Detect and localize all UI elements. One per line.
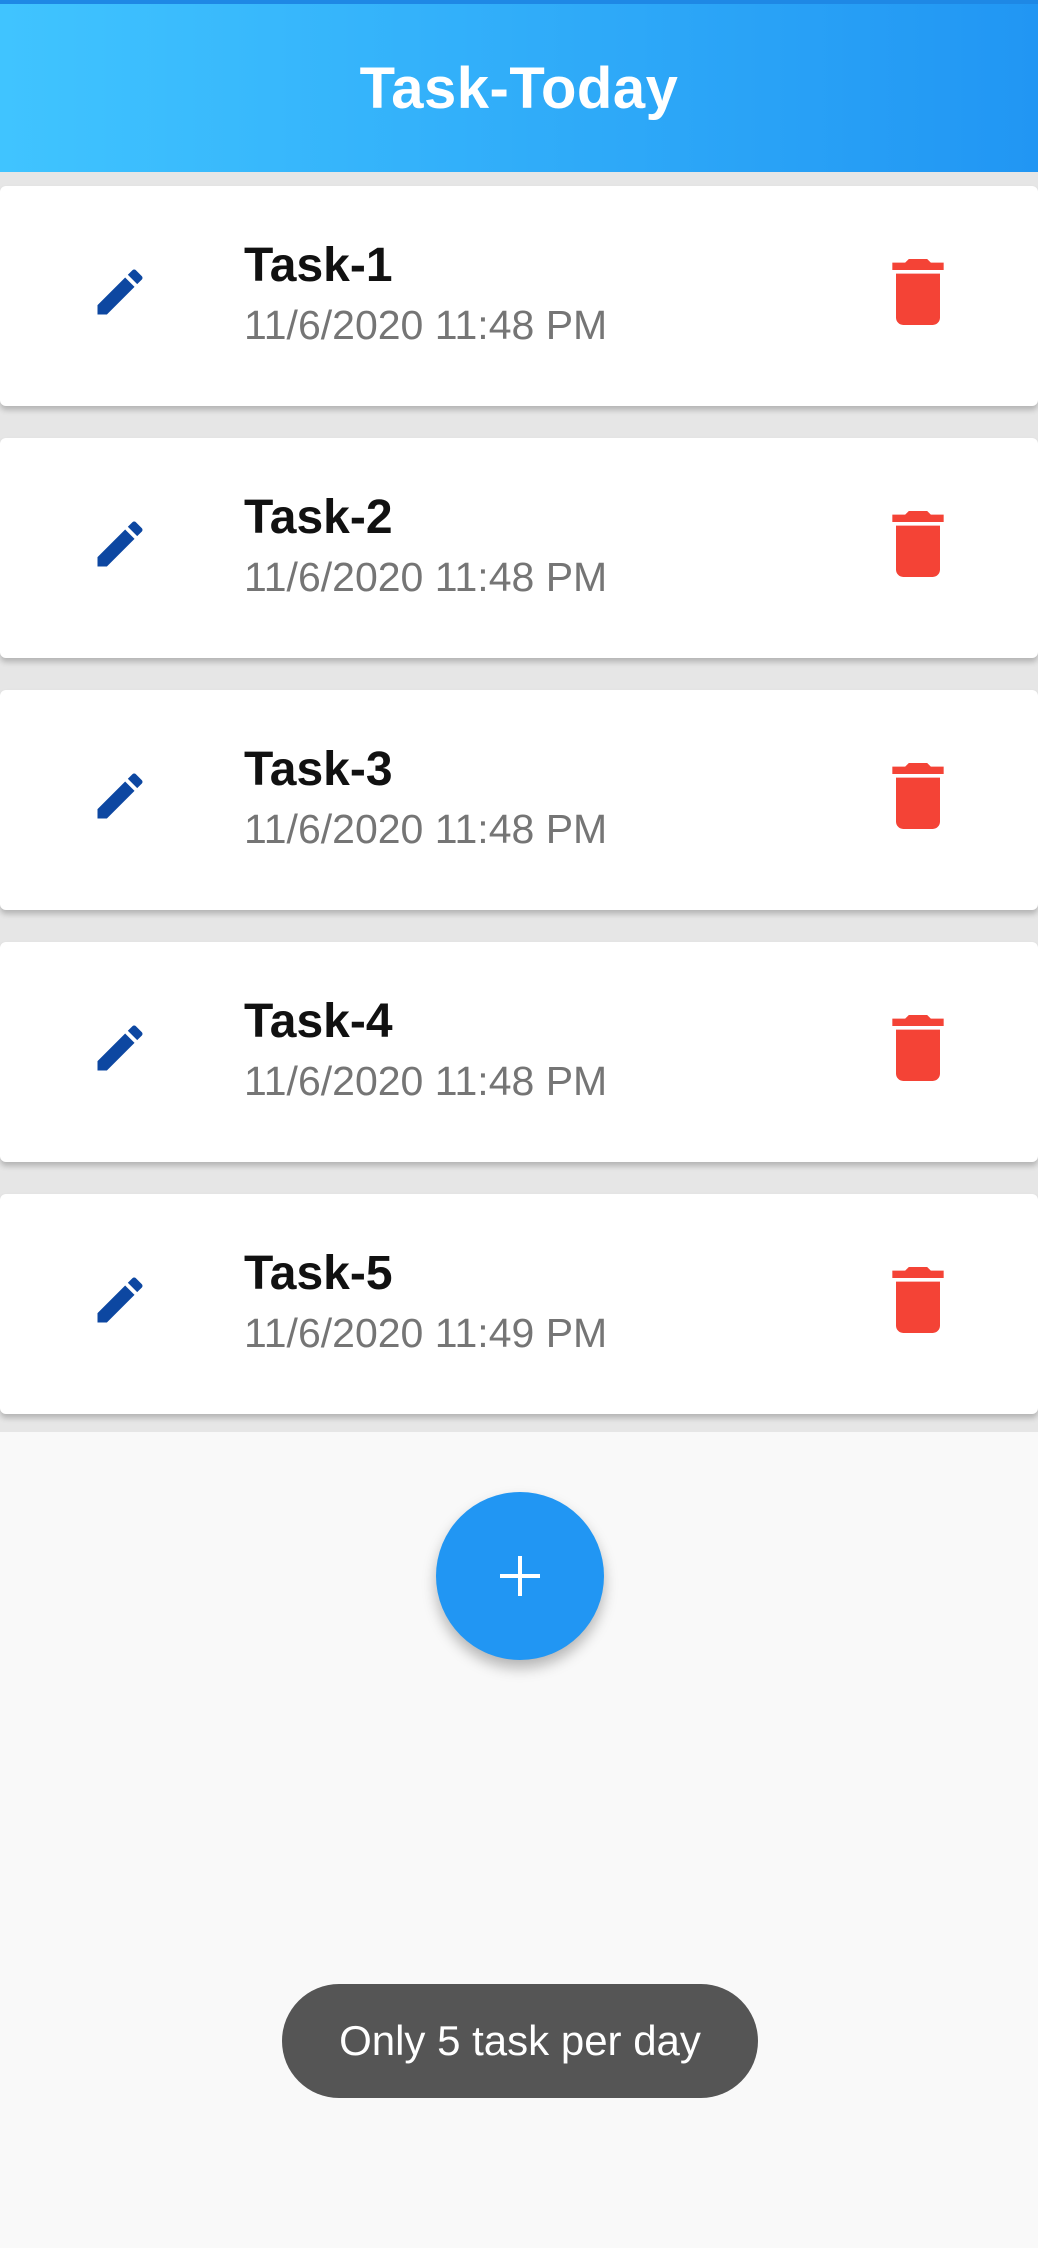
trash-icon xyxy=(892,1267,944,1333)
task-title: Task-3 xyxy=(244,743,393,796)
trash-icon xyxy=(892,259,944,325)
task-timestamp: 11/6/2020 11:48 PM xyxy=(244,1058,608,1104)
task-text: Task-3 11/6/2020 11:48 PM xyxy=(244,742,607,858)
plus-icon xyxy=(500,1556,540,1596)
delete-task-button[interactable] xyxy=(878,502,958,586)
task-text: Task-5 11/6/2020 11:49 PM xyxy=(244,1246,607,1362)
task-title: Task-2 xyxy=(244,491,393,544)
toast: Only 5 task per day xyxy=(282,1984,758,2098)
task-title: Task-4 xyxy=(244,995,393,1048)
edit-task-button[interactable] xyxy=(80,756,160,836)
pencil-icon xyxy=(97,521,143,567)
edit-task-button[interactable] xyxy=(80,1260,160,1340)
delete-task-button[interactable] xyxy=(878,754,958,838)
edit-task-button[interactable] xyxy=(80,1008,160,1088)
task-text: Task-1 11/6/2020 11:48 PM xyxy=(244,238,607,354)
pencil-icon xyxy=(97,1025,143,1071)
trash-icon xyxy=(892,511,944,577)
trash-icon xyxy=(892,763,944,829)
task-timestamp: 11/6/2020 11:48 PM xyxy=(244,554,608,600)
task-text: Task-2 11/6/2020 11:48 PM xyxy=(244,490,607,606)
task-card: Task-4 11/6/2020 11:48 PM xyxy=(0,942,1038,1162)
toast-message: Only 5 task per day xyxy=(339,2017,701,2064)
delete-task-button[interactable] xyxy=(878,1258,958,1342)
delete-task-button[interactable] xyxy=(878,250,958,334)
task-card: Task-2 11/6/2020 11:48 PM xyxy=(0,438,1038,658)
pencil-icon xyxy=(97,1277,143,1323)
edit-task-button[interactable] xyxy=(80,504,160,584)
task-timestamp: 11/6/2020 11:48 PM xyxy=(244,806,608,852)
task-card: Task-3 11/6/2020 11:48 PM xyxy=(0,690,1038,910)
delete-task-button[interactable] xyxy=(878,1006,958,1090)
task-card: Task-1 11/6/2020 11:48 PM xyxy=(0,186,1038,406)
task-title: Task-1 xyxy=(244,239,393,292)
task-timestamp: 11/6/2020 11:48 PM xyxy=(244,302,608,348)
task-text: Task-4 11/6/2020 11:48 PM xyxy=(244,994,607,1110)
edit-task-button[interactable] xyxy=(80,252,160,332)
task-list: Task-1 11/6/2020 11:48 PM Task-2 11/6/20… xyxy=(0,172,1038,1432)
page-title: Task-Today xyxy=(359,55,679,121)
task-timestamp: 11/6/2020 11:49 PM xyxy=(244,1310,608,1356)
task-card: Task-5 11/6/2020 11:49 PM xyxy=(0,1194,1038,1414)
pencil-icon xyxy=(97,773,143,819)
app-bar: Task-Today xyxy=(0,0,1038,172)
pencil-icon xyxy=(97,269,143,315)
app-screen: Task-Today Task-1 11/6/2020 11:48 PM Tas… xyxy=(0,0,1038,2248)
add-task-button[interactable] xyxy=(436,1492,604,1660)
trash-icon xyxy=(892,1015,944,1081)
task-title: Task-5 xyxy=(244,1247,393,1300)
